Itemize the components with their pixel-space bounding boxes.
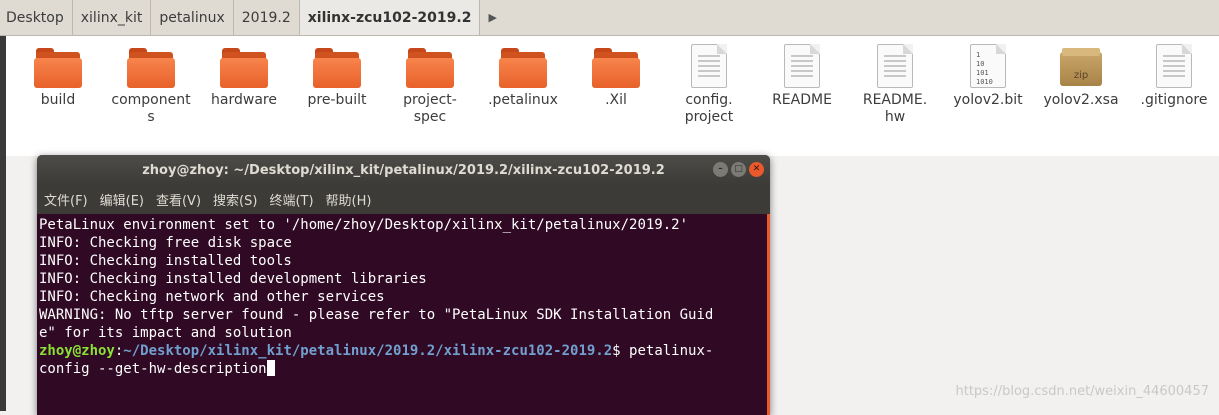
file-label: yolov2.xsa <box>1043 92 1119 108</box>
crumb-xilinx-zcu102[interactable]: xilinx-zcu102-2019.2 <box>299 0 481 35</box>
path-bar: Desktop xilinx_kit petalinux 2019.2 xili… <box>0 0 1219 36</box>
file-label: yolov2.bit <box>953 92 1023 108</box>
menu-help[interactable]: 帮助(H) <box>326 190 372 209</box>
terminal-line: WARNING: No tftp server found - please r… <box>39 307 714 323</box>
file-item-petalinux[interactable]: .petalinux <box>478 44 568 109</box>
crumb-xilinx-kit[interactable]: xilinx_kit <box>73 0 152 35</box>
file-label: pre-built <box>307 92 367 108</box>
file-item-readme[interactable]: README <box>757 44 847 109</box>
terminal-menubar: 文件(F) 编辑(E) 查看(V) 搜索(S) 终端(T) 帮助(H) <box>37 185 770 214</box>
zip-archive-icon: zip <box>1060 44 1102 88</box>
file-item-components[interactable]: component s <box>106 44 196 126</box>
text-file-icon <box>784 44 820 88</box>
menu-view[interactable]: 查看(V) <box>156 190 201 209</box>
terminal-scroll-edge[interactable] <box>767 214 770 415</box>
file-label: build <box>40 92 76 108</box>
folder-icon <box>499 44 547 88</box>
file-item-gitignore[interactable]: .gitignore <box>1129 44 1219 109</box>
crumb-petalinux[interactable]: petalinux <box>151 0 234 35</box>
file-label: hardware <box>211 92 277 108</box>
terminal-line: e" for its impact and solution <box>39 325 292 341</box>
folder-icon <box>313 44 361 88</box>
terminal-line: INFO: Checking network and other service… <box>39 289 385 305</box>
command-continuation: config --get-hw-description <box>39 361 267 377</box>
terminal-title: zhoy@zhoy: ~/Desktop/xilinx_kit/petalinu… <box>142 162 665 178</box>
file-label: .petalinux <box>488 92 558 108</box>
file-label: project- spec <box>403 92 457 125</box>
file-label: config. project <box>684 92 734 125</box>
menu-file[interactable]: 文件(F) <box>44 190 88 209</box>
file-item-yolov2-bit[interactable]: 1 10 101 1010 yolov2.bit <box>943 44 1033 109</box>
command-line: config --get-hw-description <box>39 360 770 378</box>
text-file-icon <box>691 44 727 88</box>
menu-search[interactable]: 搜索(S) <box>213 190 257 209</box>
terminal-line: INFO: Checking installed development lib… <box>39 271 427 287</box>
crumb-2019-2[interactable]: 2019.2 <box>234 0 300 35</box>
menu-terminal[interactable]: 终端(T) <box>269 190 313 209</box>
file-label: .Xil <box>605 92 627 108</box>
prompt-path: ~/Desktop/xilinx_kit/petalinux/2019.2/xi… <box>123 343 613 359</box>
path-more-arrow-icon[interactable]: ▶ <box>480 0 504 35</box>
folder-icon <box>592 44 640 88</box>
text-file-icon <box>1156 44 1192 88</box>
folder-icon <box>406 44 454 88</box>
prompt-line: zhoy@zhoy:~/Desktop/xilinx_kit/petalinux… <box>39 342 770 360</box>
binary-file-icon: 1 10 101 1010 <box>970 44 1006 88</box>
prompt-command-start: $ petalinux- <box>612 343 714 359</box>
folder-icon <box>220 44 268 88</box>
file-item-project-spec[interactable]: project- spec <box>385 44 475 126</box>
crumb-desktop[interactable]: Desktop <box>0 0 73 35</box>
file-label: component s <box>111 92 191 125</box>
prompt-user: zhoy@zhoy <box>39 343 115 359</box>
terminal-line: INFO: Checking free disk space <box>39 235 292 251</box>
terminal-line: INFO: Checking installed tools <box>39 253 292 269</box>
zip-badge: zip <box>1073 70 1089 81</box>
file-item-readme-hw[interactable]: README. hw <box>850 44 940 126</box>
menu-edit[interactable]: 编辑(E) <box>100 190 144 209</box>
terminal-titlebar[interactable]: zhoy@zhoy: ~/Desktop/xilinx_kit/petalinu… <box>37 155 770 185</box>
maximize-icon[interactable]: □ <box>731 162 746 177</box>
terminal-window[interactable]: zhoy@zhoy: ~/Desktop/xilinx_kit/petalinu… <box>37 155 770 415</box>
window-controls: – □ ✕ <box>713 162 764 177</box>
file-item-config-project[interactable]: config. project <box>664 44 754 126</box>
file-label: .gitignore <box>1140 92 1208 108</box>
file-grid: build component s hardware pre-built pro… <box>6 36 1219 156</box>
folder-icon <box>34 44 82 88</box>
text-cursor <box>266 360 275 376</box>
folder-icon <box>127 44 175 88</box>
file-item-xil[interactable]: .Xil <box>571 44 661 109</box>
file-label: README <box>772 92 832 108</box>
terminal-line: PetaLinux environment set to '/home/zhoy… <box>39 217 689 233</box>
minimize-icon[interactable]: – <box>713 162 728 177</box>
file-item-yolov2-xsa[interactable]: zip yolov2.xsa <box>1036 44 1126 109</box>
binary-digits: 1 10 101 1010 <box>976 51 993 86</box>
file-item-pre-built[interactable]: pre-built <box>292 44 382 109</box>
text-file-icon <box>877 44 913 88</box>
terminal-output[interactable]: PetaLinux environment set to '/home/zhoy… <box>37 214 770 415</box>
file-item-hardware[interactable]: hardware <box>199 44 289 109</box>
close-icon[interactable]: ✕ <box>749 162 764 177</box>
file-label: README. hw <box>862 92 928 125</box>
watermark: https://blog.csdn.net/weixin_44600457 <box>955 384 1209 399</box>
file-item-build[interactable]: build <box>13 44 103 109</box>
